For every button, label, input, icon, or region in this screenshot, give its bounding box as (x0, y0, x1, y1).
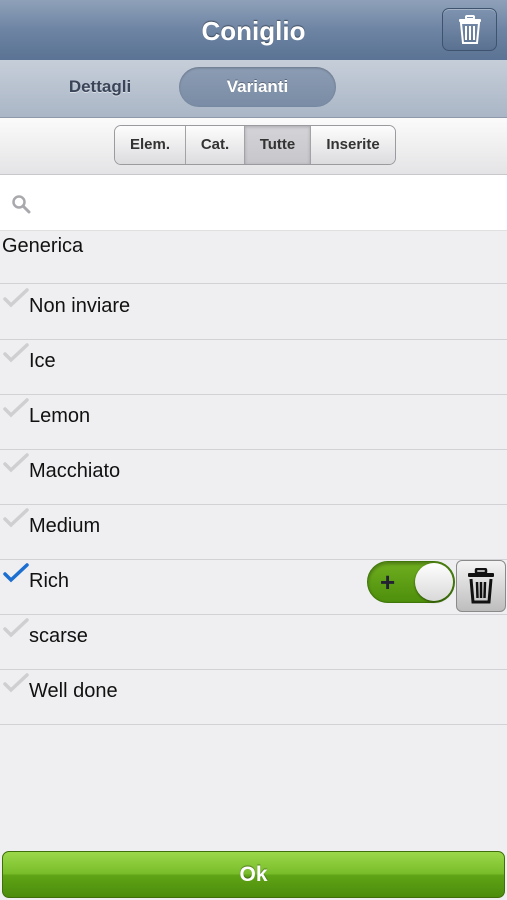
add-variant-toggle[interactable]: + (367, 561, 455, 603)
search-input[interactable] (40, 187, 494, 219)
page-title: Coniglio (201, 16, 306, 46)
checkmark-icon (3, 508, 29, 528)
search-bar (0, 175, 507, 231)
list-item[interactable]: Ice (0, 340, 507, 395)
variant-list: Non inviare Ice Lemon Macchiato Medium R… (0, 285, 507, 725)
filter-all[interactable]: Tutte (245, 126, 311, 164)
list-item-label: Macchiato (29, 460, 121, 482)
checkmark-icon (3, 673, 29, 693)
filter-elements[interactable]: Elem. (115, 126, 186, 164)
filter-categories[interactable]: Cat. (186, 126, 245, 164)
list-item-label: scarse (29, 625, 88, 647)
checkmark-icon (3, 453, 29, 473)
checkmark-icon (3, 563, 29, 583)
list-item[interactable]: Well done (0, 670, 507, 725)
filter-inserted[interactable]: Inserite (311, 126, 395, 164)
toggle-knob (415, 563, 453, 601)
checkmark-icon (3, 618, 29, 638)
category-header: Generica (0, 231, 507, 284)
list-item[interactable]: scarse (0, 615, 507, 670)
filter-bar: Elem. Cat. Tutte Inserite (0, 118, 507, 175)
list-item[interactable]: Medium (0, 505, 507, 560)
checkmark-icon (3, 288, 29, 308)
search-icon (12, 195, 31, 214)
tab-variants[interactable]: Varianti (179, 67, 336, 107)
list-item-label: Ice (29, 350, 56, 372)
navigation-bar: Coniglio (0, 0, 507, 61)
checkmark-icon (3, 398, 29, 418)
list-item-label: Well done (29, 680, 118, 702)
list-item-label: Medium (29, 515, 101, 537)
list-item-selected[interactable]: Rich + (0, 560, 507, 615)
trash-icon (468, 568, 494, 604)
delete-all-button[interactable] (442, 8, 497, 51)
delete-item-button[interactable] (456, 560, 506, 612)
ok-button[interactable]: Ok (2, 851, 505, 898)
plus-icon: + (380, 567, 396, 597)
list-item[interactable]: Lemon (0, 395, 507, 450)
list-item-label: Non inviare (29, 295, 131, 317)
list-item-label: Lemon (29, 405, 91, 427)
filter-segmented-control: Elem. Cat. Tutte Inserite (114, 125, 396, 165)
checkmark-icon (3, 343, 29, 363)
list-item[interactable]: Non inviare (0, 285, 507, 340)
tab-details[interactable]: Dettagli (30, 67, 170, 107)
tab-bar: Dettagli Varianti (0, 60, 507, 118)
trash-icon (458, 14, 481, 44)
list-item-label: Rich (29, 570, 70, 592)
list-item[interactable]: Macchiato (0, 450, 507, 505)
